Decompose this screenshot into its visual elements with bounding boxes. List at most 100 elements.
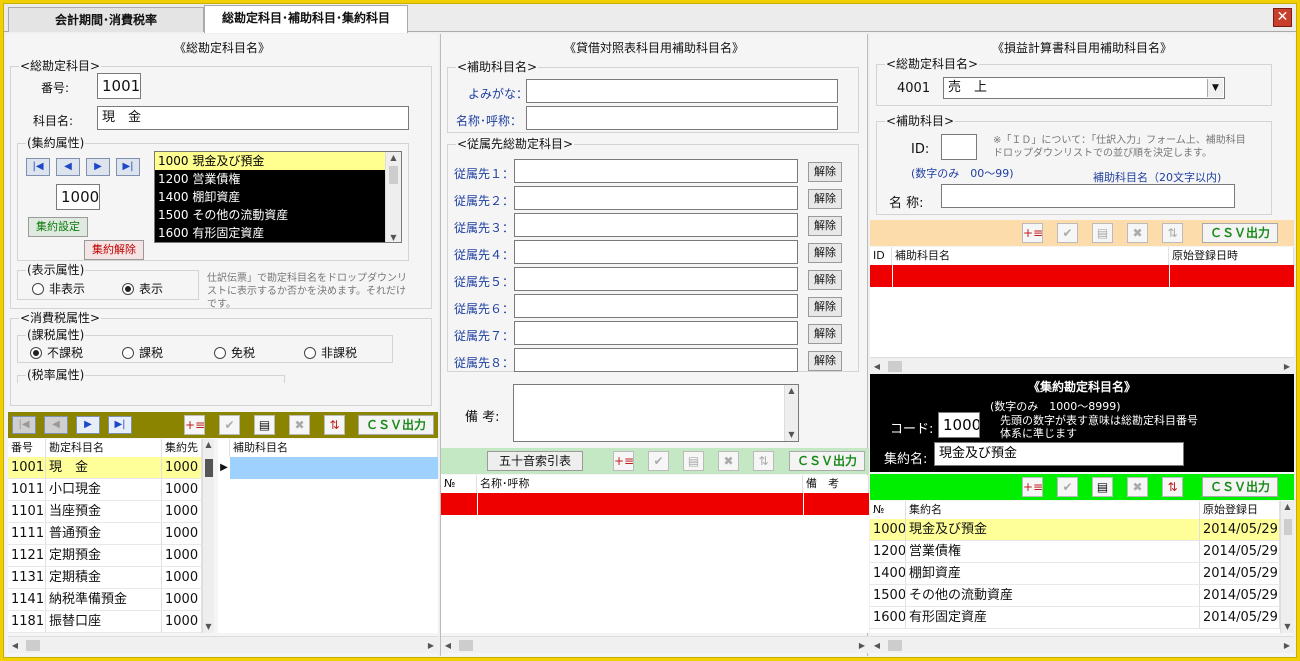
mid-grid-new-row[interactable] bbox=[441, 493, 869, 515]
table-row[interactable]: 1600 有形固定資産 2014/05/29 bbox=[870, 607, 1280, 629]
left-edit-button[interactable]: ▤ bbox=[254, 415, 275, 435]
left-add-button[interactable]: +≡ bbox=[184, 415, 205, 435]
summary-code-field[interactable]: 1000 bbox=[56, 184, 100, 210]
radio-show[interactable]: 表示 bbox=[122, 280, 163, 297]
parent-release-button[interactable]: 解除 bbox=[808, 216, 842, 236]
summary-set-button[interactable]: 集約設定 bbox=[28, 217, 88, 237]
right-csv-button[interactable]: ＣＳＶ出力 bbox=[1202, 223, 1278, 243]
parent-release-button[interactable]: 解除 bbox=[808, 324, 842, 344]
mid-sort-button[interactable]: ⇅ bbox=[753, 451, 774, 471]
pl-name-field[interactable] bbox=[941, 184, 1235, 208]
summary-next-button[interactable]: ▶ bbox=[86, 158, 110, 176]
parent-field[interactable] bbox=[514, 321, 798, 345]
summary-list-scrollbar[interactable]: ▲ ▼ bbox=[385, 152, 401, 242]
account-name-field[interactable]: 現 金 bbox=[97, 106, 409, 130]
summary-list-item[interactable]: 1000 現金及び預金 bbox=[155, 152, 401, 170]
summary-last-button[interactable]: ▶| bbox=[116, 158, 140, 176]
left-next-button[interactable]: ▶ bbox=[76, 416, 100, 434]
mid-hscroll[interactable]: ◀ ▶ bbox=[441, 636, 869, 653]
summary-code-input[interactable]: 1000 bbox=[938, 412, 980, 438]
table-row[interactable]: 1500 その他の流動資産 2014/05/29 bbox=[870, 585, 1280, 607]
parent-release-button[interactable]: 解除 bbox=[808, 351, 842, 371]
right-edit-button[interactable]: ▤ bbox=[1092, 223, 1113, 243]
pl-sub-hscroll[interactable]: ◀ ▶ bbox=[870, 357, 1294, 374]
table-row[interactable]: 1111 普通預金 1000 bbox=[8, 523, 202, 545]
left-prev-button[interactable]: ◀ bbox=[44, 416, 68, 434]
mid-edit-button[interactable]: ▤ bbox=[683, 451, 704, 471]
left-hscroll[interactable]: ◀ ▶ bbox=[8, 636, 438, 653]
table-row[interactable]: 1121 定期預金 1000 bbox=[8, 545, 202, 567]
table-row[interactable]: 1101 当座預金 1000 bbox=[8, 501, 202, 523]
reading-field[interactable] bbox=[526, 79, 838, 103]
right-add-button[interactable]: +≡ bbox=[1022, 223, 1043, 243]
table-row[interactable]: 1141 納税準備預金 1000 bbox=[8, 589, 202, 611]
memo-scrollbar[interactable]: ▲ ▼ bbox=[784, 385, 798, 441]
right-sort-button[interactable]: ⇅ bbox=[1162, 223, 1183, 243]
parent-field[interactable] bbox=[514, 213, 798, 237]
id-field[interactable] bbox=[941, 134, 977, 160]
right-delete-button[interactable]: ✖ bbox=[1127, 223, 1148, 243]
mid-csv-button[interactable]: ＣＳＶ出力 bbox=[789, 451, 865, 471]
left-sort-button[interactable]: ⇅ bbox=[324, 415, 345, 435]
summary-list-item[interactable]: 1200 営業債権 bbox=[155, 170, 401, 188]
sub-grid-new-row[interactable] bbox=[230, 457, 438, 479]
radio-untaxed[interactable]: 非課税 bbox=[304, 344, 357, 361]
summary-prev-button[interactable]: ◀ bbox=[56, 158, 80, 176]
summary-delete-button[interactable]: ✖ bbox=[1127, 477, 1148, 497]
left-last-button[interactable]: ▶| bbox=[108, 416, 132, 434]
table-row[interactable]: 1000 現金及び預金 2014/05/29 bbox=[870, 519, 1280, 541]
summary-csv-button[interactable]: ＣＳＶ出力 bbox=[1202, 477, 1278, 497]
parent-field[interactable] bbox=[514, 186, 798, 210]
summary-release-button[interactable]: 集約解除 bbox=[84, 240, 144, 260]
summary-list-item[interactable]: 1600 有形固定資産 bbox=[155, 224, 401, 242]
chevron-down-icon[interactable]: ▼ bbox=[1207, 79, 1223, 97]
account-grid-scrollbar[interactable]: ▲ ▼ bbox=[202, 439, 214, 633]
table-row[interactable]: 1131 定期積金 1000 bbox=[8, 567, 202, 589]
tab-accounts[interactable]: 総勘定科目･補助科目･集約科目 bbox=[204, 5, 408, 33]
table-row[interactable]: 1001 現 金 1000 bbox=[8, 457, 202, 479]
memo-field[interactable]: ▲ ▼ bbox=[513, 384, 799, 442]
left-csv-button[interactable]: ＣＳＶ出力 bbox=[358, 415, 434, 435]
parent-release-button[interactable]: 解除 bbox=[808, 243, 842, 263]
close-button[interactable]: ✕ bbox=[1273, 8, 1292, 27]
summary-grid-scrollbar[interactable]: ▲ ▼ bbox=[1280, 501, 1294, 633]
radio-exempt[interactable]: 免税 bbox=[214, 344, 255, 361]
table-row[interactable]: 1200 営業債権 2014/05/29 bbox=[870, 541, 1280, 563]
summary-first-button[interactable]: |◀ bbox=[26, 158, 50, 176]
mid-confirm-button[interactable]: ✔ bbox=[648, 451, 669, 471]
table-row[interactable]: 1400 棚卸資産 2014/05/29 bbox=[870, 563, 1280, 585]
tab-fiscal-period[interactable]: 会計期間･消費税率 bbox=[8, 7, 204, 32]
left-first-button[interactable]: |◀ bbox=[12, 416, 36, 434]
parent-field[interactable] bbox=[514, 267, 798, 291]
summary-hscroll[interactable]: ◀ ▶ bbox=[870, 636, 1294, 653]
summary-list[interactable]: 1000 現金及び預金 1200 営業債権 1400 棚卸資産 1500 その他… bbox=[154, 151, 402, 243]
number-field[interactable]: 1001 bbox=[97, 73, 141, 99]
mid-name-field[interactable] bbox=[526, 106, 838, 130]
parent-release-button[interactable]: 解除 bbox=[808, 189, 842, 209]
right-confirm-button[interactable]: ✔ bbox=[1057, 223, 1078, 243]
left-confirm-button[interactable]: ✔ bbox=[219, 415, 240, 435]
parent-field[interactable] bbox=[514, 240, 798, 264]
summary-edit-button[interactable]: ▤ bbox=[1092, 477, 1113, 497]
radio-taxable[interactable]: 課税 bbox=[122, 344, 163, 361]
summary-list-item[interactable]: 1400 棚卸資産 bbox=[155, 188, 401, 206]
table-row[interactable]: 1181 振替口座 1000 bbox=[8, 611, 202, 633]
parent-field[interactable] bbox=[514, 159, 798, 183]
pl-account-select[interactable]: 売 上 bbox=[943, 77, 1225, 99]
pl-sub-grid-new-row[interactable] bbox=[870, 265, 1294, 287]
left-delete-button[interactable]: ✖ bbox=[289, 415, 310, 435]
mid-delete-button[interactable]: ✖ bbox=[718, 451, 739, 471]
summary-list-item[interactable]: 1500 その他の流動資産 bbox=[155, 206, 401, 224]
radio-non-taxable[interactable]: 不課税 bbox=[30, 344, 83, 361]
parent-field[interactable] bbox=[514, 294, 798, 318]
parent-release-button[interactable]: 解除 bbox=[808, 297, 842, 317]
table-row[interactable]: 1011 小口現金 1000 bbox=[8, 479, 202, 501]
summary-confirm-button[interactable]: ✔ bbox=[1057, 477, 1078, 497]
summary-sort-button[interactable]: ⇅ bbox=[1162, 477, 1183, 497]
index-button[interactable]: 五十音索引表 bbox=[487, 451, 583, 471]
summary-name-input[interactable]: 現金及び預金 bbox=[934, 442, 1184, 466]
parent-release-button[interactable]: 解除 bbox=[808, 162, 842, 182]
parent-release-button[interactable]: 解除 bbox=[808, 270, 842, 290]
mid-add-button[interactable]: +≡ bbox=[613, 451, 634, 471]
summary-add-button[interactable]: +≡ bbox=[1022, 477, 1043, 497]
